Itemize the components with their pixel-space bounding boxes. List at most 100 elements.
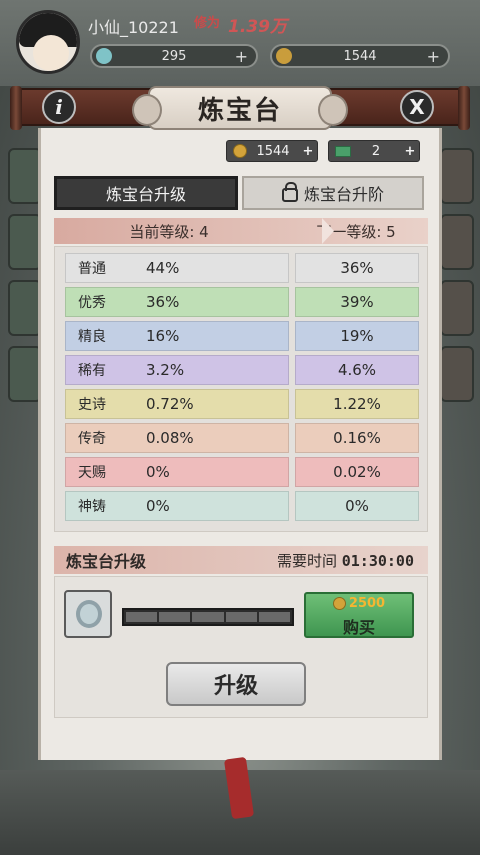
tab-upgrade-label: 炼宝台升级 <box>105 185 186 204</box>
ticket-balance-value: 2 <box>371 143 381 159</box>
add-icon[interactable]: + <box>401 144 419 159</box>
rate-current-cell: 传奇 0.08% <box>65 423 289 453</box>
rate-current-cell: 史诗 0.72% <box>65 389 289 419</box>
rate-row: 神铸 0% 0% <box>65 491 419 521</box>
rate-current-cell: 精良 16% <box>65 321 289 351</box>
rate-row: 优秀 36% 39% <box>65 287 419 317</box>
buy-label: 购买 <box>342 618 375 637</box>
rate-current-cell: 稀有 3.2% <box>65 355 289 385</box>
lock-icon <box>281 182 298 202</box>
side-slot <box>440 280 474 336</box>
rate-current-value: 0% <box>146 497 170 515</box>
coin-icon <box>332 597 346 610</box>
coin-icon <box>276 48 292 64</box>
close-button[interactable]: X <box>400 90 434 124</box>
add-icon[interactable]: + <box>235 47 248 66</box>
rate-name: 天赐 <box>78 465 106 481</box>
rate-name: 优秀 <box>78 295 106 311</box>
rate-current-value: 3.2% <box>146 361 185 379</box>
resource-bar-coin[interactable]: 1544 + <box>270 44 450 68</box>
resource-value-coin: 1544 <box>343 48 377 64</box>
progress-segment <box>159 612 191 622</box>
rate-next-value: 0.16% <box>295 423 419 453</box>
username: 小仙_10221 <box>88 18 179 37</box>
rate-row: 史诗 0.72% 1.22% <box>65 389 419 419</box>
resource-bar-jade[interactable]: 295 + <box>90 44 258 68</box>
ticket-balance[interactable]: 2 + <box>328 140 420 162</box>
time-label: 需要时间 <box>276 551 337 570</box>
coin-balance[interactable]: 1544 + <box>226 140 318 162</box>
rate-next-value: 19% <box>295 321 419 351</box>
rate-next-value: 0.02% <box>295 457 419 487</box>
avatar-face <box>33 35 69 71</box>
rate-current-value: 0.72% <box>146 395 194 413</box>
rate-next-value: 0% <box>295 491 419 521</box>
side-slot <box>8 148 42 204</box>
info-button[interactable]: i <box>42 90 76 124</box>
current-level-label: 当前等级: 4 <box>129 222 209 241</box>
rate-next-value: 1.22% <box>295 389 419 419</box>
rate-current-cell: 普通 44% <box>65 253 289 283</box>
side-slot <box>8 346 42 402</box>
ticket-icon <box>335 145 351 157</box>
upgrade-time: 需要时间 01:30:00 <box>277 550 428 571</box>
side-slot <box>440 214 474 270</box>
rate-name: 精良 <box>78 329 106 345</box>
rate-current-cell: 神铸 0% <box>65 491 289 521</box>
tab-advance-label: 炼宝台升阶 <box>303 185 384 204</box>
rate-name: 神铸 <box>78 499 106 515</box>
buy-cost: 2500 <box>306 596 412 611</box>
jade-icon <box>96 48 112 64</box>
buy-button[interactable]: 2500 购买 <box>304 592 414 638</box>
rate-current-value: 44% <box>146 259 180 277</box>
avatar[interactable] <box>16 10 80 74</box>
time-value: 01:30:00 <box>341 551 414 570</box>
progress-segment <box>126 612 158 622</box>
upgrade-button[interactable]: 升级 <box>166 662 306 706</box>
title-plate: 炼宝台 <box>132 86 348 130</box>
level-header: 当前等级: 4 下一等级: 5 <box>54 218 428 244</box>
rate-row: 精良 16% 19% <box>65 321 419 351</box>
tab-upgrade[interactable]: 炼宝台升级 <box>54 176 238 210</box>
rate-name: 普通 <box>78 261 106 277</box>
power-label: 修为 <box>194 16 221 31</box>
rate-row: 普通 44% 36% <box>65 253 419 283</box>
rate-name: 稀有 <box>78 363 106 379</box>
upgrade-section-header: 炼宝台升级 需要时间 01:30:00 <box>54 546 428 574</box>
progress-segment <box>258 612 291 622</box>
tab-advance[interactable]: 炼宝台升阶 <box>242 176 424 210</box>
rate-current-value: 0.08% <box>146 429 194 447</box>
side-slot <box>8 280 42 336</box>
rate-next-value: 4.6% <box>295 355 419 385</box>
progress-segment <box>192 612 224 622</box>
rate-name: 史诗 <box>78 397 106 413</box>
upgrade-section-label: 炼宝台升级 <box>66 552 147 571</box>
side-slot <box>8 214 42 270</box>
side-slot <box>440 148 474 204</box>
progress-segment <box>225 612 257 622</box>
add-icon[interactable]: + <box>427 47 440 66</box>
upgrade-progress-bar <box>122 608 294 626</box>
ring-icon <box>76 600 102 628</box>
power-value: 1.39万 <box>228 17 287 37</box>
next-level-label: 下一等级: 5 <box>316 222 396 241</box>
side-slot <box>440 346 474 402</box>
rate-current-value: 0% <box>146 463 170 481</box>
coin-icon <box>233 144 247 158</box>
rate-table: 普通 44% 36% 优秀 36% 39% 精良 16% 19% 稀有 3.2% 4.6% 史诗 0.72… <box>54 246 428 532</box>
rate-current-cell: 天赐 0% <box>65 457 289 487</box>
level-arrow-icon <box>322 218 334 244</box>
rate-next-value: 36% <box>295 253 419 283</box>
dialog-title: 炼宝台 <box>197 95 282 126</box>
rate-current-cell: 优秀 36% <box>65 287 289 317</box>
resource-value-jade: 295 <box>161 48 187 64</box>
buy-cost-value: 2500 <box>348 596 386 611</box>
rate-next-value: 39% <box>295 287 419 317</box>
add-icon[interactable]: + <box>299 144 317 159</box>
treasure-ring-icon[interactable] <box>64 590 112 638</box>
rate-row: 传奇 0.08% 0.16% <box>65 423 419 453</box>
rate-row: 稀有 3.2% 4.6% <box>65 355 419 385</box>
rate-row: 天赐 0% 0.02% <box>65 457 419 487</box>
rate-current-value: 16% <box>146 327 180 345</box>
rate-current-value: 36% <box>146 293 180 311</box>
